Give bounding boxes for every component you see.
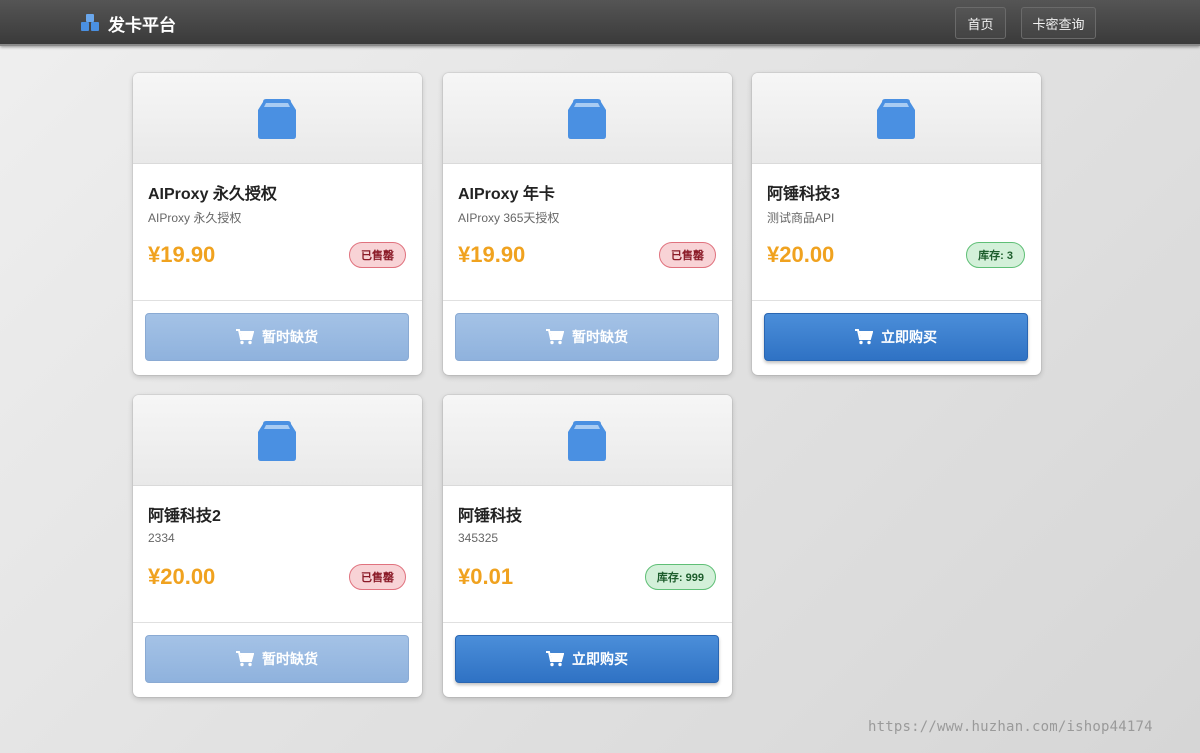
product-image-area [443, 395, 732, 486]
boxes-icon [81, 14, 99, 31]
sold-out-badge: 已售罄 [659, 242, 716, 268]
product-price: ¥20.00 [767, 242, 835, 267]
button-label: 暂时缺货 [262, 329, 318, 345]
out-of-stock-button[interactable]: 暂时缺货 [145, 635, 409, 683]
buy-now-button[interactable]: 立即购买 [764, 313, 1028, 361]
divider [752, 300, 1041, 301]
product-card: 阿锤科技2 2334 ¥20.00 已售罄 暂时缺货 [133, 395, 422, 697]
product-card: 阿锤科技 345325 ¥0.01 库存: 999 立即购买 [443, 395, 732, 697]
product-description: 2334 [148, 531, 175, 545]
button-label: 暂时缺货 [262, 651, 318, 667]
product-image-area [443, 73, 732, 164]
product-image-area [752, 73, 1041, 164]
box-icon [568, 99, 606, 139]
button-label: 立即购买 [572, 651, 628, 667]
nav-card-query-button[interactable]: 卡密查询 [1021, 7, 1096, 39]
product-description: 345325 [458, 531, 499, 545]
cart-icon [546, 329, 564, 345]
watermark-text: https://www.huzhan.com/ishop44174 [868, 719, 1153, 735]
product-price: ¥19.90 [148, 242, 216, 267]
product-name: 阿锤科技 [458, 508, 523, 525]
product-description: AIProxy 永久授权 [148, 211, 242, 225]
product-name: AIProxy 年卡 [458, 186, 555, 203]
product-name: 阿锤科技2 [148, 508, 221, 525]
product-card: AIProxy 永久授权 AIProxy 永久授权 ¥19.90 已售罄 暂时缺… [133, 73, 422, 375]
out-of-stock-button[interactable]: 暂时缺货 [145, 313, 409, 361]
cart-icon [236, 651, 254, 667]
button-label: 立即购买 [881, 329, 937, 345]
product-name: 阿锤科技3 [767, 186, 840, 203]
cart-icon [546, 651, 564, 667]
out-of-stock-button[interactable]: 暂时缺货 [455, 313, 719, 361]
box-icon [568, 421, 606, 461]
divider [443, 622, 732, 623]
cart-icon [855, 329, 873, 345]
nav-home-button[interactable]: 首页 [955, 7, 1006, 39]
product-description: AIProxy 365天授权 [458, 211, 560, 225]
product-card: 阿锤科技3 测试商品API ¥20.00 库存: 3 立即购买 [752, 73, 1041, 375]
cart-icon [236, 329, 254, 345]
product-price: ¥20.00 [148, 564, 216, 589]
top-navbar: 发卡平台 首页 卡密查询 [0, 0, 1200, 46]
box-icon [877, 99, 915, 139]
sold-out-badge: 已售罄 [349, 564, 406, 590]
brand[interactable]: 发卡平台 [80, 12, 176, 35]
box-icon [258, 99, 296, 139]
stock-badge: 库存: 3 [966, 242, 1025, 268]
stock-badge: 库存: 999 [644, 564, 716, 590]
product-image-area [133, 73, 422, 164]
buy-now-button[interactable]: 立即购买 [455, 635, 719, 683]
brand-title: 发卡平台 [108, 15, 176, 35]
product-card: AIProxy 年卡 AIProxy 365天授权 ¥19.90 已售罄 暂时缺… [443, 73, 732, 375]
product-price: ¥19.90 [458, 242, 526, 267]
product-description: 测试商品API [767, 211, 835, 225]
box-icon [258, 421, 296, 461]
divider [443, 300, 732, 301]
product-price: ¥0.01 [458, 564, 514, 589]
product-name: AIProxy 永久授权 [148, 186, 277, 203]
sold-out-badge: 已售罄 [349, 242, 406, 268]
divider [133, 622, 422, 623]
product-image-area [133, 395, 422, 486]
button-label: 暂时缺货 [572, 329, 628, 345]
divider [133, 300, 422, 301]
